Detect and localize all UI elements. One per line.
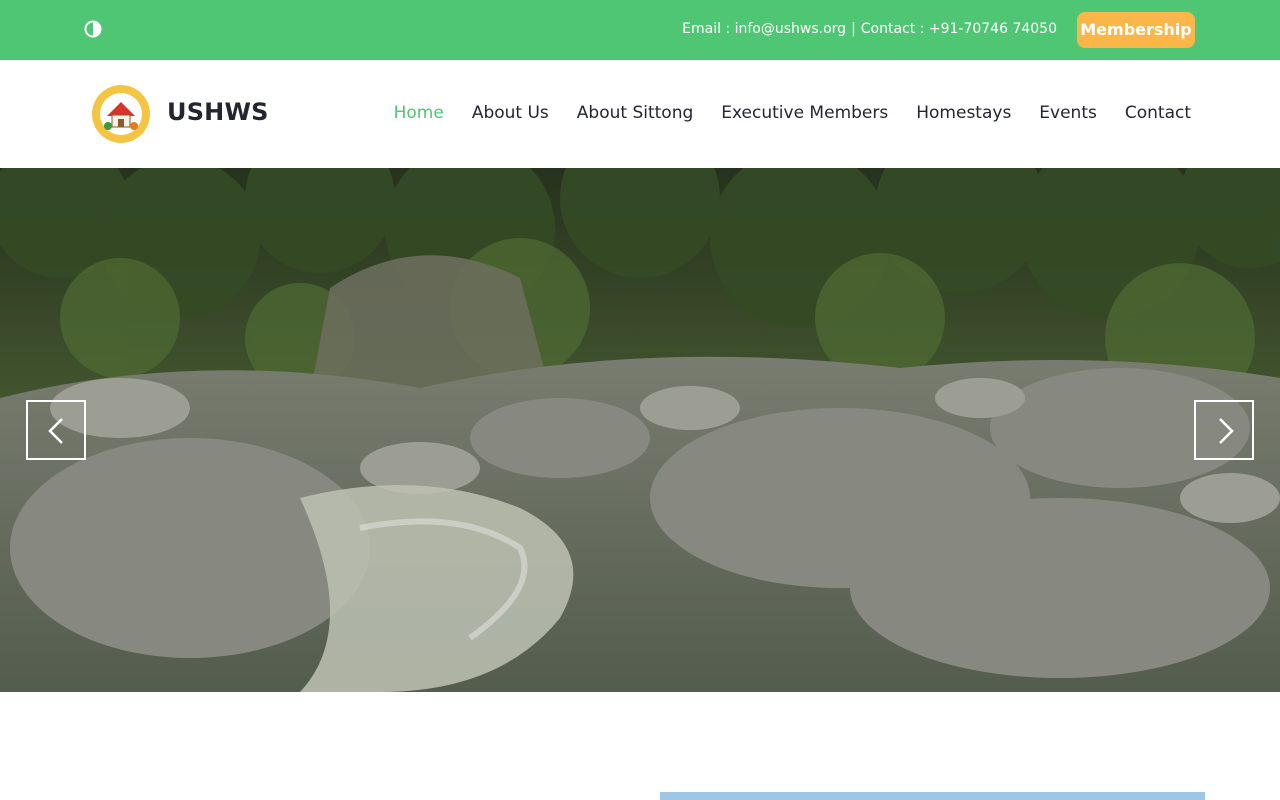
chevron-right-icon	[1219, 418, 1234, 444]
nav-about-us[interactable]: About Us	[472, 103, 549, 123]
nav-executive-members[interactable]: Executive Members	[721, 103, 888, 123]
slider-next-button[interactable]	[1194, 400, 1254, 460]
main-header: USHWS Home About Us About Sittong Execut…	[0, 60, 1280, 168]
nav-about-sittong[interactable]: About Sittong	[577, 103, 693, 123]
email-link[interactable]: Email : info@ushws.org	[682, 21, 846, 37]
slider-prev-button[interactable]	[26, 400, 86, 460]
logo[interactable]	[91, 84, 151, 144]
phone-link[interactable]: Contact : +91-70746 74050	[861, 21, 1057, 37]
main-nav: Home About Us About Sittong Executive Me…	[366, 103, 1191, 123]
nav-homestays[interactable]: Homestays	[916, 103, 1011, 123]
site-brand[interactable]: USHWS	[167, 98, 269, 126]
nav-events[interactable]: Events	[1039, 103, 1097, 123]
top-contact-info: Email : info@ushws.org | Contact : +91-707…	[682, 21, 1057, 37]
nav-contact[interactable]: Contact	[1125, 103, 1191, 123]
hero-image	[0, 168, 1280, 692]
chevron-left-icon	[48, 418, 63, 444]
nav-home[interactable]: Home	[394, 103, 444, 123]
contrast-icon[interactable]	[82, 18, 104, 40]
top-bar: Email : info@ushws.org | Contact : +91-707…	[0, 0, 1280, 60]
section-image	[660, 792, 1205, 800]
separator: |	[851, 21, 856, 37]
hero-slider	[0, 168, 1280, 692]
membership-button[interactable]: Membership	[1077, 12, 1195, 48]
